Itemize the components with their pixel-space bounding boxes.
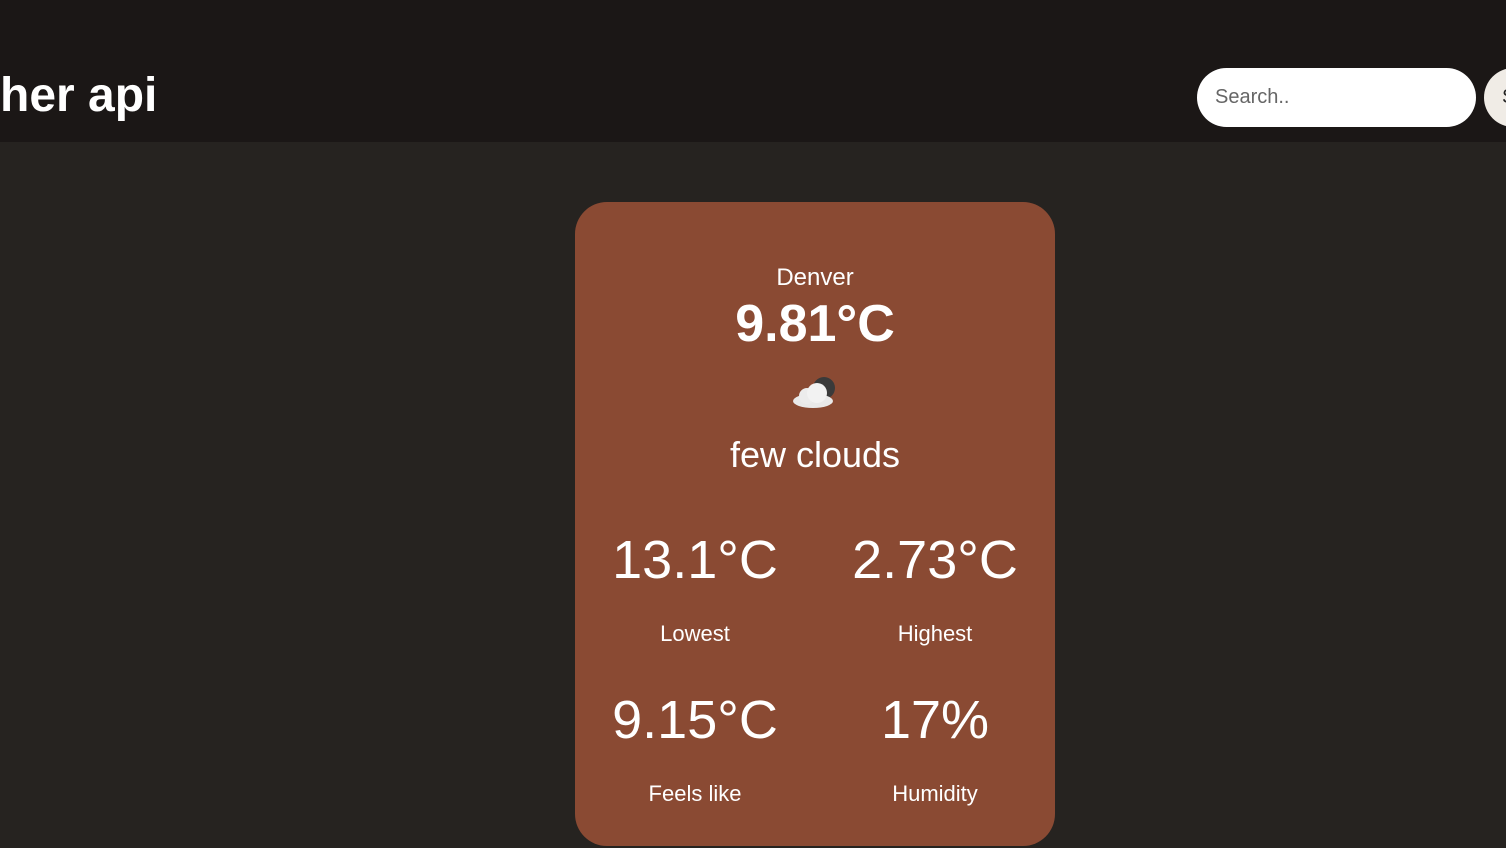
weather-description: few clouds [729,434,901,475]
humidity-value: 17% [880,690,990,750]
lowest-temperature-value: 13.1°C [612,530,778,590]
search-input[interactable] [1197,68,1476,127]
feels-like-label: Feels like [648,781,742,806]
weather-card: Denver 9.81°C few clouds 13.1°C Lowest 2… [575,202,1055,846]
humidity-label: Humidity [892,781,978,806]
search-button[interactable]: S [1484,68,1506,127]
highest-temperature-value: 2.73°C [852,530,1018,590]
lowest-temperature-label: Lowest [660,621,730,646]
current-temperature: 9.81°C [735,295,895,353]
few-clouds-night-icon [793,377,835,408]
app-title: her api [0,69,158,122]
top-navbar: her api S [0,0,1506,142]
feels-like-value: 9.15°C [612,690,778,750]
city-name: Denver [776,264,854,291]
highest-temperature-label: Highest [897,621,973,646]
